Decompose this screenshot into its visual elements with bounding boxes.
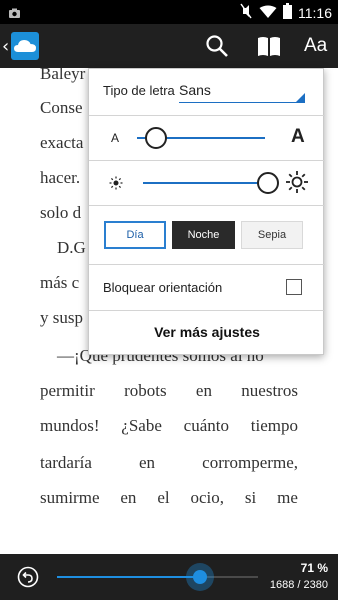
book-word: me [277, 488, 298, 507]
lock-orientation-checkbox[interactable] [286, 279, 302, 295]
book-word: y susp [40, 308, 83, 327]
theme-day-button[interactable]: Día [104, 221, 166, 249]
brightness-slider-track[interactable] [143, 182, 271, 184]
undo-icon[interactable] [17, 566, 39, 588]
more-settings-button[interactable]: Ver más ajustes [89, 324, 325, 340]
progress-percent: 71 % [300, 561, 328, 575]
clock: 11:16 [298, 5, 332, 21]
brightness-slider-thumb[interactable] [257, 172, 280, 194]
notification-photo-icon [8, 5, 21, 24]
font-size-slider-thumb[interactable] [145, 127, 168, 149]
book-word: ¿Sabe [121, 416, 162, 435]
book-word: hacer. [40, 168, 81, 187]
book-word: tardaría [40, 453, 92, 472]
divider [89, 115, 325, 116]
font-type-select[interactable]: Sans [179, 82, 211, 98]
divider [89, 160, 325, 161]
divider [89, 264, 325, 265]
action-bar: ‹ Aa [0, 24, 338, 68]
book-word: si [244, 488, 257, 507]
book-word: ocio, [190, 488, 225, 507]
book-word: sumirme [40, 488, 100, 507]
battery-icon [283, 3, 292, 23]
book-word: corromperme, [202, 453, 298, 472]
book-word: nuestros [241, 381, 298, 400]
book-word: en [139, 453, 156, 472]
dropdown-arrow-icon [295, 93, 305, 103]
font-size-icon[interactable]: Aa [304, 35, 334, 61]
book-text-line: permitir robots en nuestros [40, 381, 298, 401]
book-text-line: tardaría en corromperme, [40, 453, 298, 473]
status-bar: 11:16 [0, 0, 338, 24]
theme-night-button[interactable]: Noche [172, 221, 235, 249]
book-word: solo d [40, 203, 82, 222]
reading-settings-popup: Tipo de letra Sans A A Día Noche Sepia B… [88, 68, 325, 355]
mute-icon [239, 3, 253, 23]
divider [89, 310, 325, 311]
brightness-high-icon [285, 170, 309, 198]
book-word: tiempo [250, 416, 298, 435]
book-text-line: sumirme en el ocio, si me [40, 488, 298, 508]
lock-orientation-label: Bloquear orientación [103, 280, 223, 295]
reading-progress-thumb[interactable] [185, 563, 214, 591]
book-word: en [195, 381, 212, 400]
book-word: más c [40, 273, 80, 292]
wifi-icon [259, 4, 277, 23]
bottom-bar: 71 % 1688 / 2380 [0, 554, 338, 600]
search-icon[interactable] [204, 33, 230, 59]
reading-progress-track[interactable] [57, 576, 258, 578]
font-size-large-icon: A [291, 126, 305, 147]
font-size-small-icon: A [111, 131, 120, 145]
book-word: D.G [40, 238, 86, 257]
cloud-app-icon[interactable] [11, 32, 39, 60]
book-text-line: mundos! ¿Sabe cuánto tiempo [40, 416, 298, 436]
book-word: exacta [40, 133, 84, 152]
reading-progress-fill [57, 576, 200, 578]
book-word: permitir [40, 381, 95, 400]
theme-sepia-button[interactable]: Sepia [241, 221, 303, 249]
book-word: cuánto [183, 416, 229, 435]
font-type-label: Tipo de letra [103, 83, 175, 98]
back-chevron-icon[interactable]: ‹ [2, 36, 9, 57]
book-word: Conse [40, 98, 83, 117]
divider [89, 205, 325, 206]
book-word: robots [124, 381, 167, 400]
brightness-low-icon [109, 175, 123, 194]
book-word: mundos! [40, 416, 100, 435]
page-counter: 1688 / 2380 [269, 579, 328, 591]
book-word: Baleyr [40, 68, 86, 83]
font-select-underline [179, 102, 305, 103]
book-icon[interactable] [256, 33, 282, 59]
book-word: el [157, 488, 170, 507]
book-word: en [120, 488, 137, 507]
